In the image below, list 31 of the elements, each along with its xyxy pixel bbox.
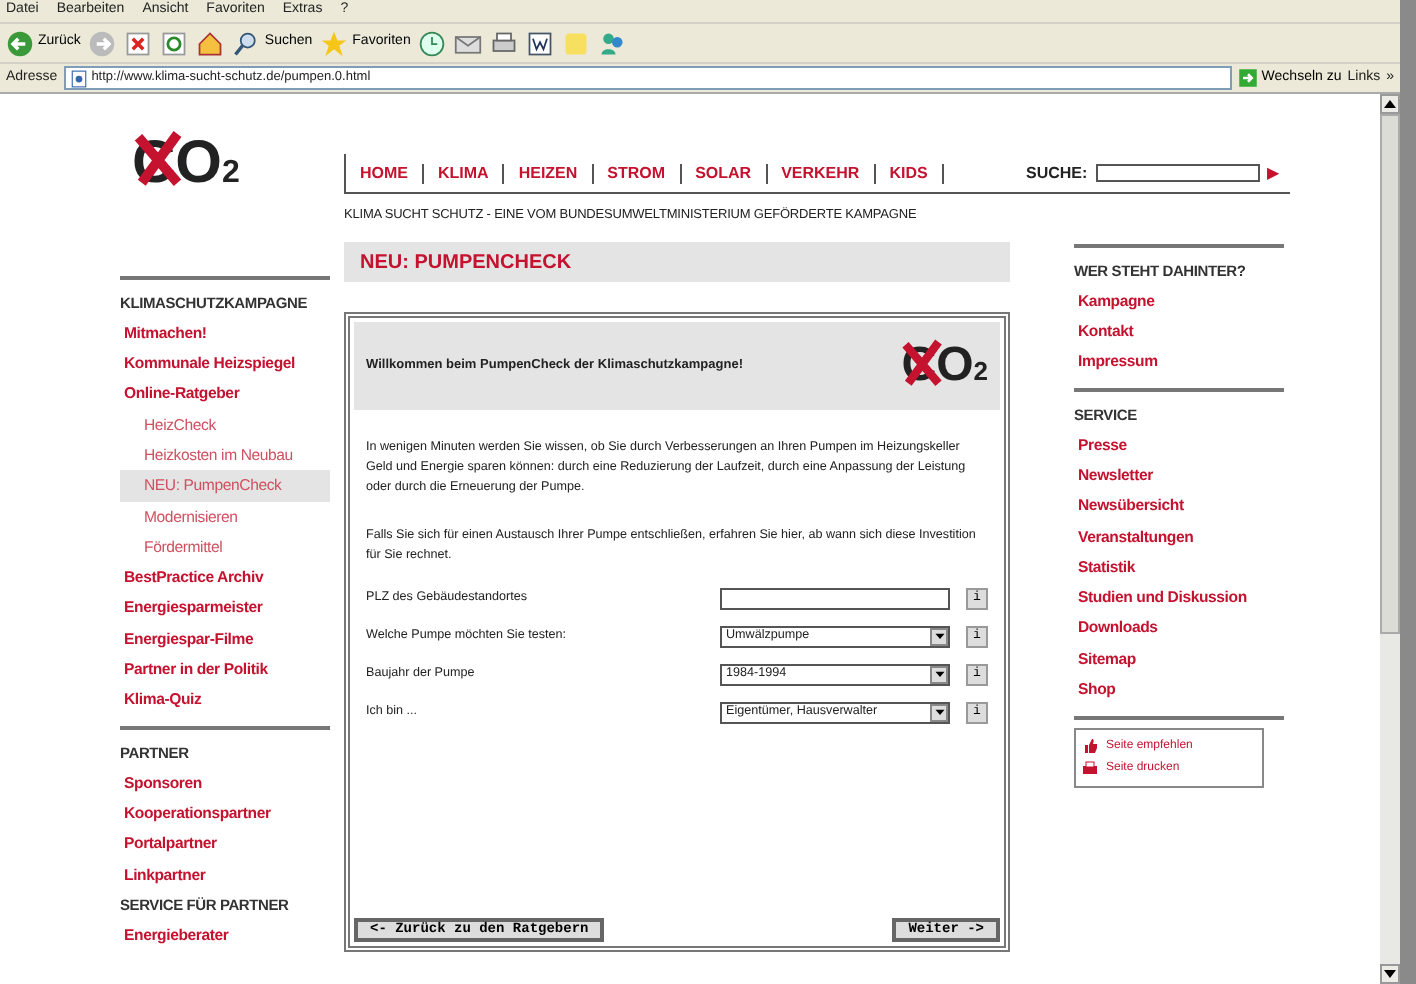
nav-link[interactable]: HEIZEN bbox=[504, 163, 594, 183]
search-icon bbox=[232, 29, 261, 57]
printer-icon bbox=[1082, 760, 1098, 777]
document-icon[interactable] bbox=[526, 29, 555, 57]
home-icon[interactable] bbox=[196, 29, 225, 57]
input-field[interactable] bbox=[720, 587, 950, 609]
scrollbar[interactable] bbox=[1380, 94, 1400, 984]
refresh-icon[interactable] bbox=[160, 29, 189, 57]
search-go-button[interactable]: ▶ bbox=[1267, 161, 1280, 185]
nav-link[interactable]: SOLAR bbox=[681, 163, 768, 183]
page-icon bbox=[69, 69, 88, 87]
scroll-down-icon[interactable] bbox=[1384, 967, 1396, 980]
go-arrow-icon bbox=[1237, 68, 1258, 88]
people-icon[interactable] bbox=[598, 29, 627, 57]
search-label: SUCHE: bbox=[1026, 161, 1088, 185]
page-title: NEU: PUMPENCHECK bbox=[344, 242, 1010, 282]
nav-link[interactable]: STROM bbox=[593, 163, 682, 183]
nav-link[interactable]: VERKEHR bbox=[767, 163, 876, 183]
caret-icon bbox=[933, 706, 945, 718]
caret-icon bbox=[933, 630, 945, 642]
clock-icon[interactable] bbox=[418, 29, 447, 57]
caret-icon bbox=[933, 668, 945, 680]
star-icon bbox=[320, 29, 349, 57]
scroll-up-icon[interactable] bbox=[1384, 97, 1396, 110]
nav-link[interactable]: HOME bbox=[346, 163, 424, 183]
search-field[interactable] bbox=[1095, 164, 1260, 182]
nav-link[interactable]: KIDS bbox=[875, 163, 944, 183]
printer-icon[interactable] bbox=[490, 29, 519, 57]
thumb-icon bbox=[1082, 738, 1098, 755]
nav-link[interactable]: KLIMA bbox=[424, 163, 505, 183]
stop-icon[interactable] bbox=[124, 29, 153, 57]
